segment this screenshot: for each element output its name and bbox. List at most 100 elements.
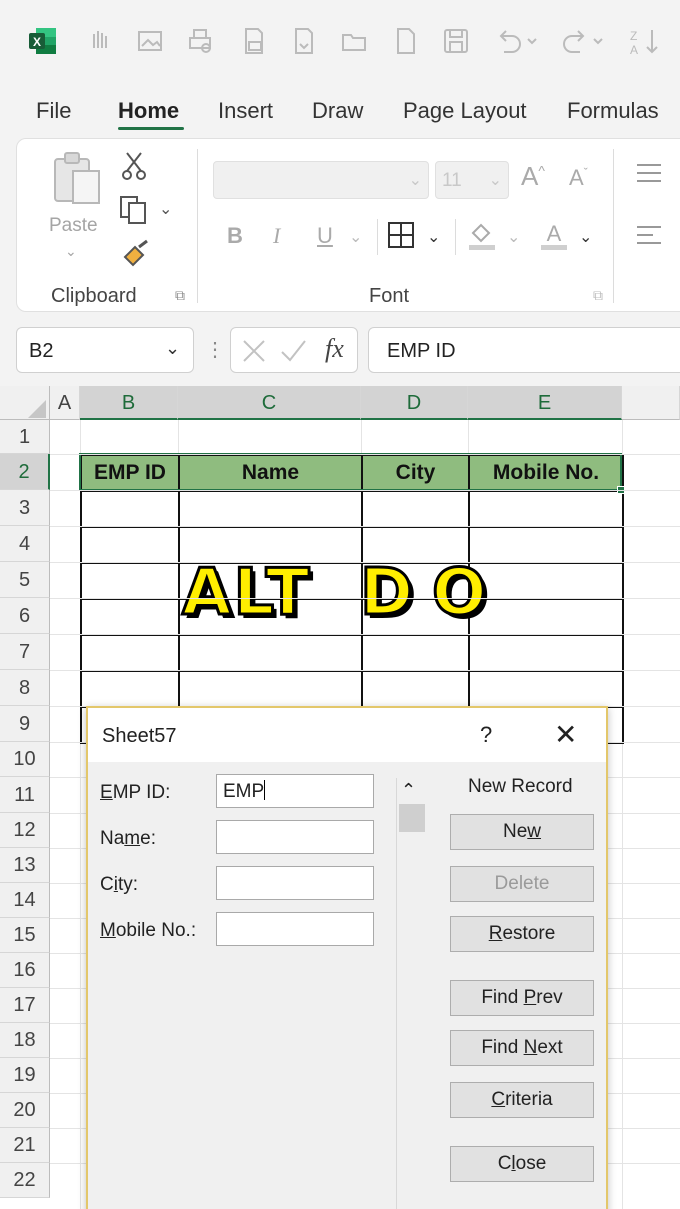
city-field[interactable] bbox=[216, 866, 374, 900]
scroll-thumb[interactable] bbox=[399, 804, 425, 832]
decrease-font-size-icon[interactable]: Aˇ bbox=[569, 165, 588, 191]
close-icon[interactable]: ✕ bbox=[554, 718, 577, 751]
chevron-up-icon[interactable]: ⌃ bbox=[401, 780, 416, 801]
restore-button[interactable]: Restore bbox=[450, 916, 594, 952]
font-name-select[interactable]: ⌄ bbox=[213, 161, 429, 199]
table-cell[interactable] bbox=[178, 490, 363, 528]
row-header-15[interactable]: 15 bbox=[0, 918, 50, 953]
row-header-10[interactable]: 10 bbox=[0, 742, 50, 777]
image-icon[interactable] bbox=[136, 26, 164, 56]
insert-function-icon[interactable]: fx bbox=[325, 334, 344, 364]
paste-icon[interactable] bbox=[51, 151, 103, 207]
new-file-icon[interactable] bbox=[392, 26, 420, 56]
row-header-14[interactable]: 14 bbox=[0, 883, 50, 918]
tab-file[interactable]: File bbox=[36, 98, 71, 124]
print-icon[interactable] bbox=[240, 26, 268, 56]
redo-icon[interactable] bbox=[560, 26, 606, 56]
column-header-c[interactable]: C bbox=[178, 386, 361, 420]
row-header-12[interactable]: 12 bbox=[0, 813, 50, 848]
sort-icon[interactable]: ZA bbox=[628, 26, 664, 56]
mobile-field[interactable] bbox=[216, 912, 374, 946]
table-cell[interactable] bbox=[80, 562, 180, 600]
align-top-icon[interactable] bbox=[635, 161, 663, 185]
table-cell[interactable] bbox=[80, 634, 180, 672]
underline-dropdown-icon[interactable]: ⌄ bbox=[349, 227, 362, 247]
table-cell[interactable] bbox=[468, 526, 624, 564]
dialog-title-bar[interactable]: Sheet57 ? ✕ bbox=[88, 708, 606, 762]
row-header-11[interactable]: 11 bbox=[0, 777, 50, 813]
tab-insert[interactable]: Insert bbox=[218, 98, 273, 124]
row-header-17[interactable]: 17 bbox=[0, 988, 50, 1023]
clipboard-launcher-icon[interactable]: ⧉ bbox=[175, 287, 185, 304]
table-cell[interactable] bbox=[80, 598, 180, 636]
row-header-21[interactable]: 21 bbox=[0, 1128, 50, 1163]
format-painter-icon[interactable] bbox=[121, 239, 151, 269]
close-button[interactable]: Close bbox=[450, 1146, 594, 1182]
tab-page-layout[interactable]: Page Layout bbox=[403, 98, 527, 124]
formula-input[interactable]: EMP ID bbox=[368, 327, 680, 373]
row-header-1[interactable]: 1 bbox=[0, 420, 50, 454]
fill-color-dropdown-icon[interactable]: ⌄ bbox=[507, 227, 520, 247]
row-header-22[interactable]: 22 bbox=[0, 1163, 50, 1198]
save-as-icon[interactable] bbox=[290, 26, 318, 56]
row-header-5[interactable]: 5 bbox=[0, 562, 50, 598]
enter-check-icon[interactable] bbox=[279, 338, 307, 364]
bold-icon[interactable]: B bbox=[227, 223, 243, 249]
copy-icon[interactable] bbox=[119, 195, 153, 225]
find-prev-button[interactable]: Find Prev bbox=[450, 980, 594, 1016]
table-cell[interactable] bbox=[361, 634, 470, 672]
table-cell[interactable] bbox=[468, 670, 624, 708]
font-launcher-icon[interactable]: ⧉ bbox=[593, 287, 603, 304]
table-cell[interactable] bbox=[468, 598, 624, 636]
column-header-a[interactable]: A bbox=[50, 386, 80, 420]
row-header-19[interactable]: 19 bbox=[0, 1058, 50, 1093]
table-cell[interactable] bbox=[80, 526, 180, 564]
print-preview-icon[interactable] bbox=[186, 26, 214, 56]
select-all-corner[interactable] bbox=[0, 386, 50, 420]
row-header-18[interactable]: 18 bbox=[0, 1023, 50, 1058]
table-cell[interactable] bbox=[178, 634, 363, 672]
column-header-e[interactable]: E bbox=[468, 386, 622, 420]
table-cell[interactable] bbox=[361, 670, 470, 708]
more-options-icon[interactable]: ⋮ bbox=[205, 337, 225, 362]
borders-dropdown-icon[interactable]: ⌄ bbox=[427, 227, 440, 247]
touch-mode-icon[interactable] bbox=[88, 26, 116, 56]
table-cell[interactable] bbox=[361, 490, 470, 528]
cut-icon[interactable] bbox=[121, 151, 147, 181]
row-header-20[interactable]: 20 bbox=[0, 1093, 50, 1128]
row-header-16[interactable]: 16 bbox=[0, 953, 50, 988]
row-header-4[interactable]: 4 bbox=[0, 526, 50, 562]
find-next-button[interactable]: Find Next bbox=[450, 1030, 594, 1066]
open-folder-icon[interactable] bbox=[340, 26, 368, 56]
column-header-d[interactable]: D bbox=[361, 386, 468, 420]
row-header-13[interactable]: 13 bbox=[0, 848, 50, 883]
increase-font-size-icon[interactable]: A^ bbox=[521, 161, 545, 192]
tab-formulas[interactable]: Formulas bbox=[567, 98, 659, 124]
row-header-3[interactable]: 3 bbox=[0, 490, 50, 526]
table-cell[interactable] bbox=[80, 490, 180, 528]
criteria-button[interactable]: Criteria bbox=[450, 1082, 594, 1118]
help-button[interactable]: ? bbox=[480, 722, 492, 748]
paste-label[interactable]: Paste bbox=[49, 215, 98, 237]
row-header-6[interactable]: 6 bbox=[0, 598, 50, 634]
table-cell[interactable] bbox=[468, 634, 624, 672]
name-field[interactable] bbox=[216, 820, 374, 854]
underline-icon[interactable]: U bbox=[317, 223, 333, 249]
row-header-7[interactable]: 7 bbox=[0, 634, 50, 670]
emp-id-field[interactable]: EMP bbox=[216, 774, 374, 808]
record-scrollbar[interactable]: ⌃ bbox=[396, 778, 425, 1209]
paste-dropdown-icon[interactable]: ⌄ bbox=[65, 243, 77, 260]
save-icon[interactable] bbox=[442, 26, 470, 56]
table-cell[interactable] bbox=[468, 562, 624, 600]
undo-icon[interactable] bbox=[494, 26, 540, 56]
tab-home[interactable]: Home bbox=[118, 98, 179, 124]
table-cell[interactable] bbox=[178, 670, 363, 708]
borders-icon[interactable] bbox=[387, 221, 415, 249]
column-header-b[interactable]: B bbox=[80, 386, 178, 420]
copy-dropdown-icon[interactable]: ⌄ bbox=[159, 199, 172, 219]
delete-button[interactable]: Delete bbox=[450, 866, 594, 902]
row-header-2[interactable]: 2 bbox=[0, 454, 50, 490]
fill-color-icon[interactable] bbox=[467, 219, 497, 251]
font-color-dropdown-icon[interactable]: ⌄ bbox=[579, 227, 592, 247]
name-box[interactable]: B2 ⌄ bbox=[16, 327, 194, 373]
